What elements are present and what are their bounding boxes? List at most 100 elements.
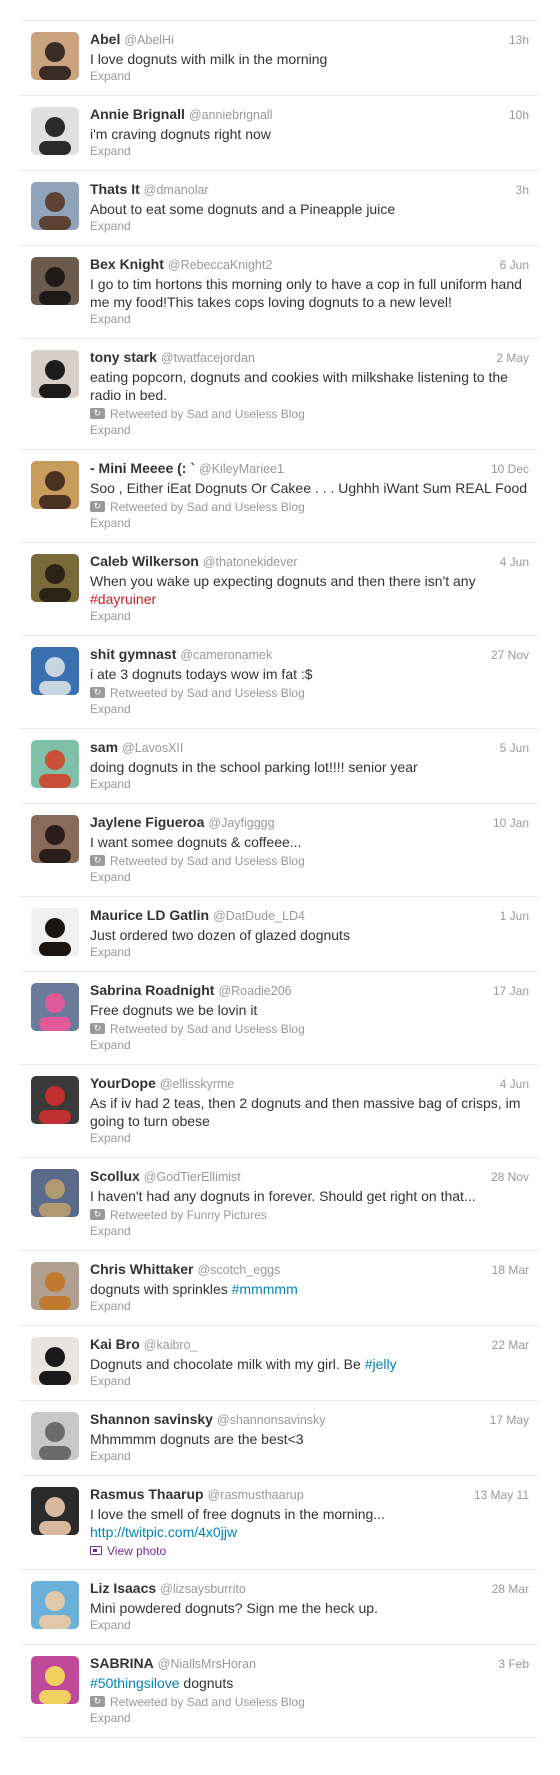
tweet-username[interactable]: @Roadie206 xyxy=(218,984,291,998)
expand-link[interactable]: Expand xyxy=(90,516,529,532)
tweet-timestamp[interactable]: 27 Nov xyxy=(491,648,529,662)
tweet-item[interactable]: Shannon savinsky @shannonsavinsky 17 May Mh… xyxy=(20,1401,539,1476)
tweet-timestamp[interactable]: 3 Feb xyxy=(498,1657,529,1671)
tweet-username[interactable]: @thatonekidever xyxy=(203,555,298,569)
retweet-context[interactable]: ↻ Retweeted by Sad and Useless Blog xyxy=(90,1020,529,1037)
avatar[interactable] xyxy=(31,461,79,509)
tweet-fullname[interactable]: Sabrina Roadnight xyxy=(90,982,214,998)
tweet-item[interactable]: Kai Bro @kaibro_ 22 Mar Dognuts and chocola… xyxy=(20,1326,539,1401)
avatar[interactable] xyxy=(31,1076,79,1124)
expand-link[interactable]: Expand xyxy=(90,1224,529,1240)
tweet-item[interactable]: Rasmus Thaarup @rasmusthaarup 13 May 11 I l… xyxy=(20,1476,539,1570)
tweet-fullname[interactable]: Abel xyxy=(90,31,120,47)
retweet-context[interactable]: ↻ Retweeted by Sad and Useless Blog xyxy=(90,684,529,701)
tweet-username[interactable]: @KileyMariee1 xyxy=(199,462,284,476)
retweet-context-label[interactable]: Retweeted by Funny Pictures xyxy=(110,1208,267,1222)
tweet-username[interactable]: @Jayfigggg xyxy=(208,816,274,830)
retweet-context[interactable]: ↻ Retweeted by Sad and Useless Blog xyxy=(90,852,529,869)
tweet-fullname[interactable]: sam xyxy=(90,739,118,755)
avatar[interactable] xyxy=(31,983,79,1031)
expand-link[interactable]: Expand xyxy=(90,702,529,718)
tweet-item[interactable]: YourDope @ellisskyrme 4 Jun As if iv had 2 … xyxy=(20,1065,539,1158)
tweet-username[interactable]: @AbelHi xyxy=(124,33,174,47)
tweet-item[interactable]: Sabrina Roadnight @Roadie206 17 Jan Free do… xyxy=(20,972,539,1065)
tweet-item[interactable]: sam @LavosXII 5 Jun doing dognuts in the sc… xyxy=(20,729,539,804)
tweet-username[interactable]: @shannonsavinsky xyxy=(217,1413,326,1427)
expand-link[interactable]: Expand xyxy=(90,1449,529,1465)
tweet-timestamp[interactable]: 5 Jun xyxy=(500,741,529,755)
view-photo-label[interactable]: View photo xyxy=(107,1544,166,1558)
hashtag-link[interactable]: #mmmmm xyxy=(232,1281,298,1297)
tweet-fullname[interactable]: Caleb Wilkerson xyxy=(90,553,199,569)
expand-link[interactable]: Expand xyxy=(90,1131,529,1147)
tweet-fullname[interactable]: Liz Isaacs xyxy=(90,1580,156,1596)
tweet-item[interactable]: - Mini Meeee (: ` @KileyMariee1 10 Dec Soo … xyxy=(20,450,539,543)
avatar[interactable] xyxy=(31,554,79,602)
avatar[interactable] xyxy=(31,1581,79,1629)
tweet-username[interactable]: @dmanolar xyxy=(144,183,209,197)
expand-link[interactable]: Expand xyxy=(90,423,529,439)
tweet-username[interactable]: @twatfacejordan xyxy=(161,351,255,365)
tweet-timestamp[interactable]: 13 May 11 xyxy=(474,1488,529,1502)
avatar[interactable] xyxy=(31,1337,79,1385)
expand-link[interactable]: Expand xyxy=(90,1299,529,1315)
tweet-item[interactable]: Bex Knight @RebeccaKnight2 6 Jun I go to ti… xyxy=(20,246,539,339)
retweet-context-label[interactable]: Retweeted by Sad and Useless Blog xyxy=(110,407,305,421)
tweet-timestamp[interactable]: 2 May xyxy=(496,351,529,365)
expand-link[interactable]: Expand xyxy=(90,144,529,160)
avatar[interactable] xyxy=(31,1487,79,1535)
tweet-item[interactable]: Thats It @dmanolar 3h About to eat some dog… xyxy=(20,171,539,246)
hashtag-link[interactable]: #dayruiner xyxy=(90,591,156,607)
tweet-username[interactable]: @NiallsMrsHoran xyxy=(158,1657,256,1671)
tweet-fullname[interactable]: Rasmus Thaarup xyxy=(90,1486,204,1502)
avatar[interactable] xyxy=(31,182,79,230)
expand-link[interactable]: Expand xyxy=(90,870,529,886)
tweet-timestamp[interactable]: 17 Jan xyxy=(493,984,529,998)
tweet-username[interactable]: @scotch_eggs xyxy=(197,1263,280,1277)
tweet-item[interactable]: SABRINA @NiallsMrsHoran 3 Feb #50thingsilov… xyxy=(20,1645,539,1738)
avatar[interactable] xyxy=(31,1656,79,1704)
tweet-timestamp[interactable]: 10h xyxy=(509,108,529,122)
tweet-item[interactable]: Jaylene Figueroa @Jayfigggg 10 Jan I want s… xyxy=(20,804,539,897)
tweet-fullname[interactable]: Scollux xyxy=(90,1168,140,1184)
tweet-item[interactable]: Abel @AbelHi 13h I love dognuts with milk i… xyxy=(20,21,539,96)
tweet-timestamp[interactable]: 6 Jun xyxy=(500,258,529,272)
avatar[interactable] xyxy=(31,1412,79,1460)
avatar[interactable] xyxy=(31,740,79,788)
tweet-url-link[interactable]: http://twitpic.com/4x0jjw xyxy=(90,1524,237,1540)
expand-link[interactable]: Expand xyxy=(90,777,529,793)
expand-link[interactable]: Expand xyxy=(90,1711,529,1727)
expand-link[interactable]: Expand xyxy=(90,609,529,625)
retweet-context-label[interactable]: Retweeted by Sad and Useless Blog xyxy=(110,500,305,514)
tweet-fullname[interactable]: Bex Knight xyxy=(90,256,164,272)
tweet-timestamp[interactable]: 22 Mar xyxy=(492,1338,529,1352)
tweet-username[interactable]: @cameronamek xyxy=(180,648,272,662)
tweet-username[interactable]: @LavosXII xyxy=(122,741,183,755)
avatar[interactable] xyxy=(31,257,79,305)
tweet-fullname[interactable]: shit gymnast xyxy=(90,646,176,662)
tweet-fullname[interactable]: Chris Whittaker xyxy=(90,1261,193,1277)
tweet-item[interactable]: Chris Whittaker @scotch_eggs 18 Mar dognuts… xyxy=(20,1251,539,1326)
avatar[interactable] xyxy=(31,815,79,863)
expand-link[interactable]: Expand xyxy=(90,219,529,235)
retweet-context-label[interactable]: Retweeted by Sad and Useless Blog xyxy=(110,854,305,868)
tweet-timestamp[interactable]: 13h xyxy=(509,33,529,47)
tweet-fullname[interactable]: SABRINA xyxy=(90,1655,154,1671)
tweet-timestamp[interactable]: 10 Jan xyxy=(493,816,529,830)
tweet-fullname[interactable]: Jaylene Figueroa xyxy=(90,814,204,830)
tweet-timestamp[interactable]: 18 Mar xyxy=(492,1263,529,1277)
tweet-item[interactable]: Liz Isaacs @lizsaysburrito 28 Mar Mini powd… xyxy=(20,1570,539,1645)
tweet-fullname[interactable]: - Mini Meeee (: ` xyxy=(90,460,195,476)
expand-link[interactable]: Expand xyxy=(90,945,529,961)
retweet-context[interactable]: ↻ Retweeted by Funny Pictures xyxy=(90,1206,529,1223)
tweet-fullname[interactable]: Annie Brignall xyxy=(90,106,185,122)
tweet-item[interactable]: Annie Brignall @anniebrignall 10h i'm cravi… xyxy=(20,96,539,171)
retweet-context[interactable]: ↻ Retweeted by Sad and Useless Blog xyxy=(90,405,529,422)
expand-link[interactable]: Expand xyxy=(90,1038,529,1054)
expand-link[interactable]: Expand xyxy=(90,69,529,85)
retweet-context-label[interactable]: Retweeted by Sad and Useless Blog xyxy=(110,686,305,700)
tweet-fullname[interactable]: Shannon savinsky xyxy=(90,1411,213,1427)
retweet-context-label[interactable]: Retweeted by Sad and Useless Blog xyxy=(110,1022,305,1036)
tweet-username[interactable]: @anniebrignall xyxy=(189,108,273,122)
avatar[interactable] xyxy=(31,647,79,695)
